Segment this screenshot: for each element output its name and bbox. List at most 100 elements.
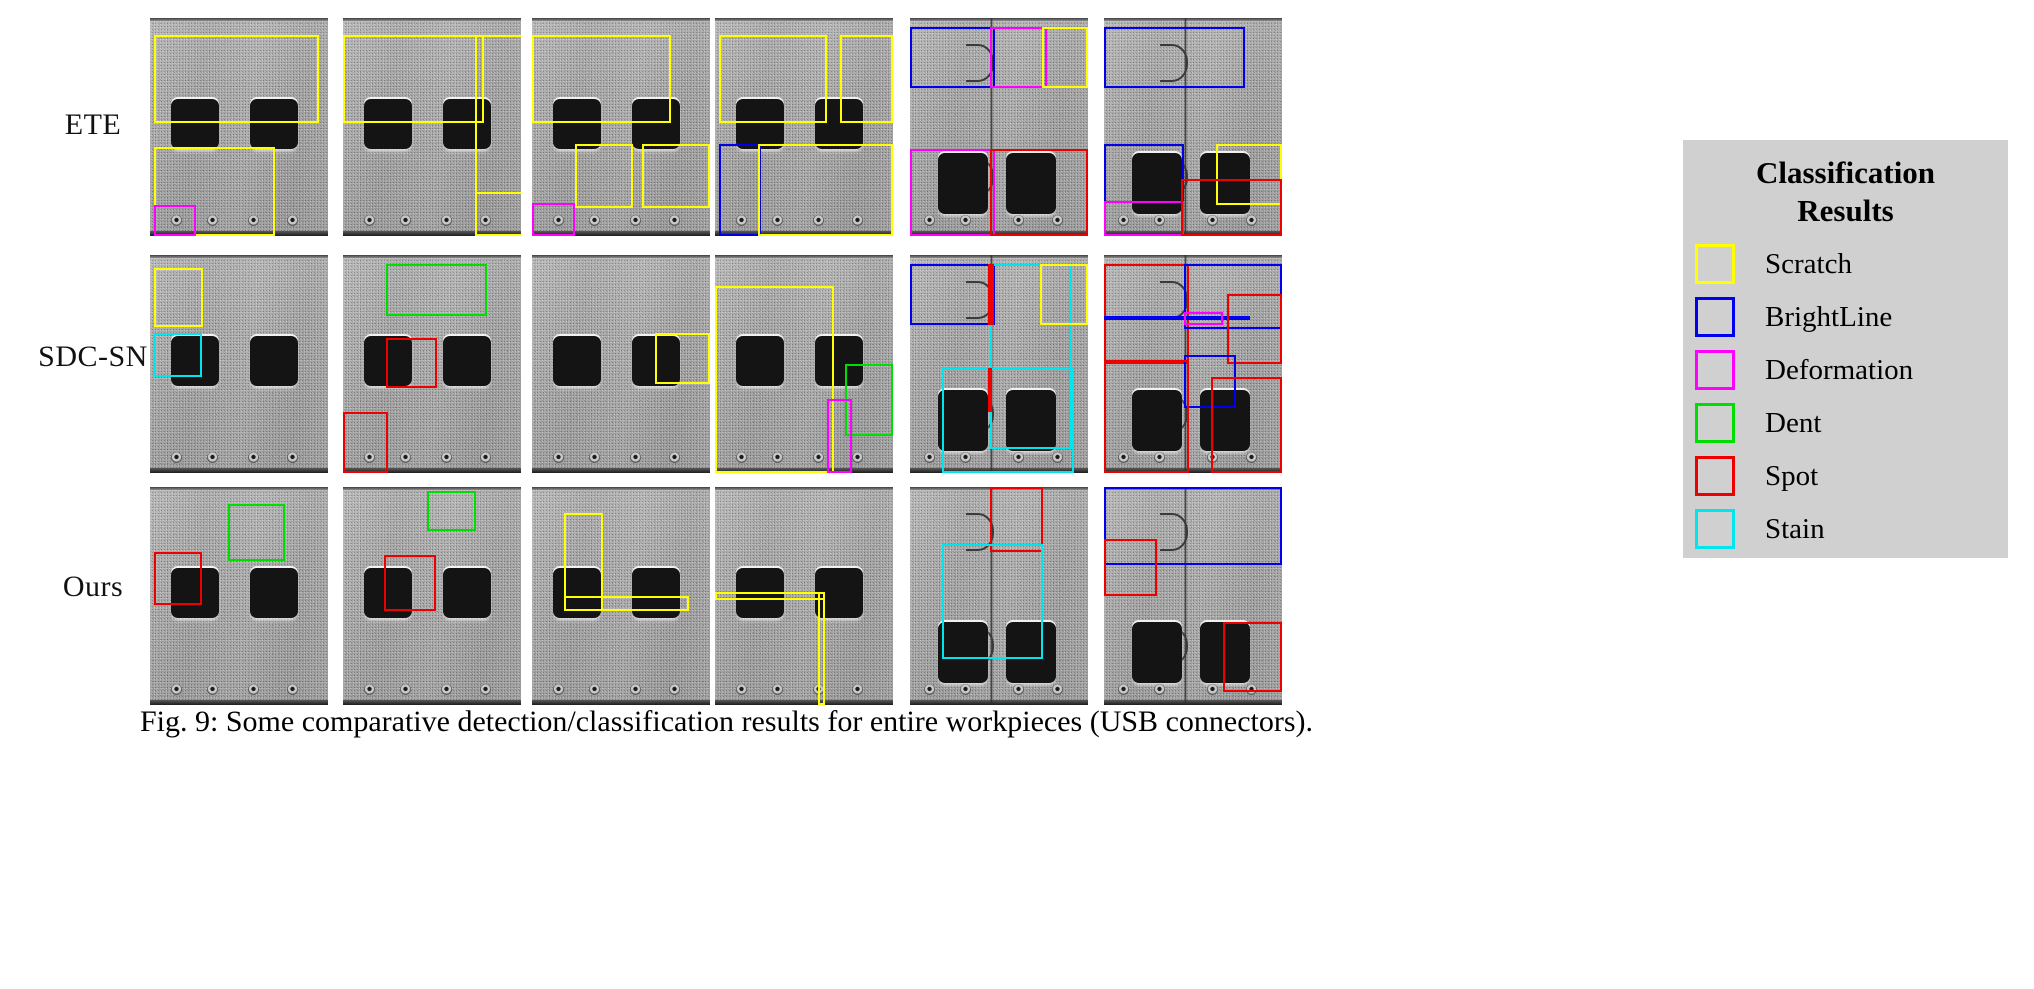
workpiece-top-edge xyxy=(1104,255,1282,258)
bbox-scratch xyxy=(715,285,835,473)
panel-ete-col5 xyxy=(910,18,1088,236)
legend-item-deformation: Deformation xyxy=(1683,344,2008,397)
panel-ours-col2 xyxy=(343,487,521,705)
panel-sdc-sn-col3 xyxy=(532,255,710,473)
panel-ete-col6 xyxy=(1104,18,1282,236)
bbox-brightline xyxy=(718,144,762,236)
legend-swatch-brightline-icon xyxy=(1695,297,1735,338)
legend-swatch-dent-icon xyxy=(1695,403,1735,444)
bbox-spot xyxy=(383,554,436,612)
row-label-ete: ETE xyxy=(64,108,122,141)
bbox-scratch xyxy=(564,596,689,612)
bbox-spot xyxy=(385,337,438,388)
panel-ours-col1 xyxy=(150,487,328,705)
panel-sdc-sn-col6 xyxy=(1104,255,1282,473)
bbox-scratch xyxy=(153,268,204,327)
bbox-dent xyxy=(426,491,477,531)
legend-title: Classification Results xyxy=(1683,140,2008,230)
bbox-spot xyxy=(1104,359,1190,473)
legend-label-spot: Spot xyxy=(1765,459,1819,492)
legend-swatch-stain-icon xyxy=(1695,509,1735,550)
workpiece-top-edge xyxy=(343,18,521,21)
usb-port-2 xyxy=(442,567,491,618)
workpiece-top-edge xyxy=(343,255,521,258)
bbox-deformation xyxy=(1104,201,1185,236)
bbox-spot xyxy=(153,552,202,605)
panel-ours-col6 xyxy=(1104,487,1282,705)
bbox-stain xyxy=(942,368,1074,473)
bbox-scratch xyxy=(1039,263,1088,325)
bbox-scratch xyxy=(718,35,828,123)
usb-port-2 xyxy=(442,335,491,386)
usb-port-1 xyxy=(553,335,602,386)
workpiece-top-edge xyxy=(715,255,893,258)
panel-ete-col4 xyxy=(715,18,893,236)
panel-sdc-sn-col5 xyxy=(910,255,1088,473)
bbox-spot xyxy=(1223,622,1282,692)
bbox-brightline xyxy=(910,263,996,325)
workpiece-bottom-edge xyxy=(150,468,328,473)
bbox-deformation xyxy=(153,205,197,236)
bbox-scratch xyxy=(532,35,671,123)
bbox-spot xyxy=(988,263,993,325)
legend-title-line-2: Results xyxy=(1797,192,1894,228)
bbox-deformation xyxy=(827,398,853,473)
bbox-spot xyxy=(343,411,388,473)
workpiece-top-edge xyxy=(150,18,328,21)
workpiece-top-edge xyxy=(715,18,893,21)
panel-sdc-sn-col4 xyxy=(715,255,893,473)
row-label-ours: Ours xyxy=(62,570,124,603)
legend-label-brightline: BrightLine xyxy=(1765,300,1893,333)
panel-sdc-sn-col2 xyxy=(343,255,521,473)
bbox-scratch xyxy=(715,591,826,601)
bbox-stain xyxy=(153,333,202,378)
bbox-deformation xyxy=(910,148,996,236)
bbox-spot xyxy=(1104,263,1190,364)
bbox-spot xyxy=(990,487,1044,553)
bbox-brightline xyxy=(910,26,996,88)
bbox-scratch xyxy=(839,35,893,123)
legend-items: Scratch BrightLine Deformation Dent Spot Stai… xyxy=(1683,238,2008,556)
legend-label-deformation: Deformation xyxy=(1765,353,1914,386)
legend-item-stain: Stain xyxy=(1683,503,2008,556)
usb-port-1 xyxy=(1132,622,1183,684)
legend-swatch-spot-icon xyxy=(1695,456,1735,497)
workpiece-top-edge xyxy=(1104,18,1282,21)
bbox-scratch xyxy=(574,144,634,208)
bbox-scratch xyxy=(153,35,320,123)
bbox-scratch xyxy=(818,591,826,705)
bbox-spot xyxy=(988,368,993,412)
bbox-scratch xyxy=(1041,26,1088,88)
workpiece-top-edge xyxy=(343,487,521,490)
bbox-spot xyxy=(1104,539,1158,596)
bbox-spot xyxy=(1210,377,1282,473)
bbox-dent xyxy=(228,504,286,562)
bbox-scratch xyxy=(654,333,710,384)
workpiece-top-edge xyxy=(532,487,710,490)
bbox-scratch xyxy=(642,144,710,208)
bbox-spot xyxy=(1180,179,1282,236)
figure-caption: Fig. 9: Some comparative detection/class… xyxy=(140,705,1314,738)
workpiece-top-edge xyxy=(910,18,1088,21)
bbox-stain xyxy=(942,543,1044,660)
figure-container: ETE SDC-SN Ours Classification Results S… xyxy=(0,0,2034,989)
bbox-deformation xyxy=(1184,311,1224,325)
legend-title-line-1: Classification xyxy=(1755,155,1936,190)
bbox-dent xyxy=(844,364,893,436)
bbox-scratch xyxy=(757,144,893,236)
legend-item-spot: Spot xyxy=(1683,450,2008,503)
legend-item-brightline: BrightLine xyxy=(1683,291,2008,344)
panel-ours-col3 xyxy=(532,487,710,705)
legend-item-dent: Dent xyxy=(1683,397,2008,450)
bbox-scratch xyxy=(474,192,521,236)
workpiece-top-edge xyxy=(150,255,328,258)
usb-port-2 xyxy=(249,335,298,386)
bbox-brightline xyxy=(1104,26,1245,88)
panel-ours-col5 xyxy=(910,487,1088,705)
bbox-deformation xyxy=(990,26,1048,88)
panel-ete-col1 xyxy=(150,18,328,236)
panel-sdc-sn-col1 xyxy=(150,255,328,473)
legend-label-dent: Dent xyxy=(1765,406,1822,439)
legend-item-scratch: Scratch xyxy=(1683,238,2008,291)
workpiece-bottom-edge xyxy=(532,468,710,473)
